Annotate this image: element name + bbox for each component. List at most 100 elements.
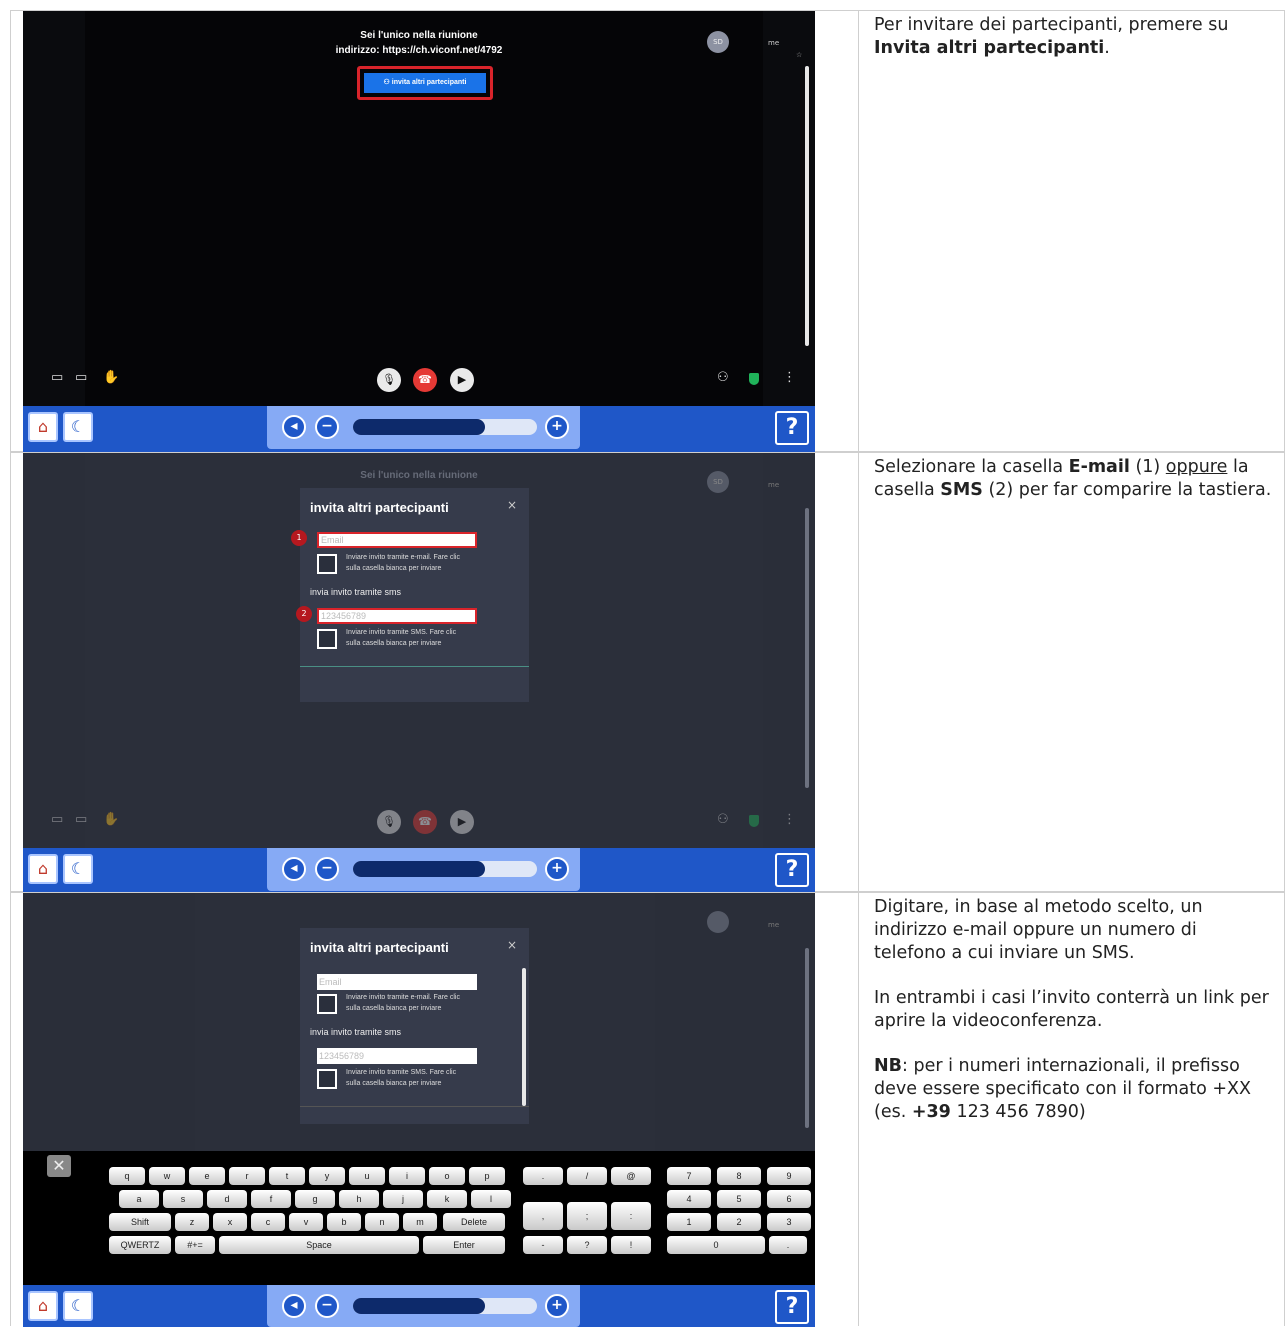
security-shield-icon[interactable] xyxy=(749,815,759,827)
key-b[interactable]: b xyxy=(327,1213,361,1231)
key-t[interactable]: t xyxy=(269,1167,305,1185)
microphone-icon[interactable]: 🎙 xyxy=(377,368,401,392)
help-button[interactable]: ? xyxy=(775,853,809,887)
sms-field[interactable]: 123456789 xyxy=(317,1048,477,1064)
avatar[interactable]: SD xyxy=(707,31,729,53)
key-symbol[interactable]: / xyxy=(567,1167,607,1185)
key-dot[interactable]: . xyxy=(769,1236,807,1254)
key-symbol[interactable]: ? xyxy=(567,1236,607,1254)
participants-icon[interactable]: ⚇ xyxy=(717,368,729,388)
key-m[interactable]: m xyxy=(403,1213,437,1231)
key-2[interactable]: 2 xyxy=(717,1213,761,1231)
key-w[interactable]: w xyxy=(149,1167,185,1185)
close-icon[interactable]: × xyxy=(507,498,517,512)
home-button[interactable]: ⌂ xyxy=(28,1291,58,1321)
hang-up-icon[interactable]: ☎ xyxy=(413,810,437,834)
key-symbol[interactable]: - xyxy=(523,1236,563,1254)
key-7[interactable]: 7 xyxy=(667,1167,711,1185)
speaker-icon[interactable]: ◂ xyxy=(282,415,306,439)
chat-icon[interactable]: ▭ xyxy=(51,368,63,388)
night-mode-button[interactable]: ☾ xyxy=(63,412,93,442)
camera-icon[interactable]: ▶ xyxy=(450,368,474,392)
dialog-scrollbar[interactable] xyxy=(522,968,526,1106)
email-field[interactable]: Email xyxy=(317,532,477,548)
scrollbar[interactable] xyxy=(805,508,809,788)
key-symbol[interactable]: . xyxy=(523,1167,563,1185)
key-q[interactable]: q xyxy=(109,1167,145,1185)
key-j[interactable]: j xyxy=(383,1190,423,1208)
more-options-icon[interactable]: ⋮ xyxy=(783,810,796,830)
key-symbol[interactable]: ; xyxy=(567,1202,607,1230)
key-s[interactable]: s xyxy=(163,1190,203,1208)
volume-up-button[interactable]: + xyxy=(545,857,569,881)
volume-slider[interactable] xyxy=(353,861,537,877)
key-h[interactable]: h xyxy=(339,1190,379,1208)
night-mode-button[interactable]: ☾ xyxy=(63,1291,93,1321)
key-e[interactable]: e xyxy=(189,1167,225,1185)
key-v[interactable]: v xyxy=(289,1213,323,1231)
volume-down-button[interactable]: − xyxy=(315,857,339,881)
key-symbol[interactable]: ! xyxy=(611,1236,651,1254)
volume-down-button[interactable]: − xyxy=(315,1294,339,1318)
key-delete[interactable]: Delete xyxy=(443,1213,505,1231)
key-a[interactable]: a xyxy=(119,1190,159,1208)
raise-hand-icon[interactable]: ✋ xyxy=(103,810,119,830)
key-5[interactable]: 5 xyxy=(717,1190,761,1208)
sms-send-checkbox[interactable] xyxy=(317,629,337,649)
close-keyboard-icon[interactable]: ✕ xyxy=(47,1155,71,1177)
volume-up-button[interactable]: + xyxy=(545,1294,569,1318)
key-symbol[interactable]: : xyxy=(611,1202,651,1230)
key-shift[interactable]: Shift xyxy=(109,1213,171,1231)
email-field[interactable]: Email xyxy=(317,974,477,990)
hang-up-icon[interactable]: ☎ xyxy=(413,368,437,392)
key-z[interactable]: z xyxy=(175,1213,209,1231)
help-button[interactable]: ? xyxy=(775,1290,809,1324)
avatar[interactable]: SD xyxy=(707,471,729,493)
key-u[interactable]: u xyxy=(349,1167,385,1185)
key-8[interactable]: 8 xyxy=(717,1167,761,1185)
chat-icon[interactable]: ▭ xyxy=(51,810,63,830)
key-k[interactable]: k xyxy=(427,1190,467,1208)
speaker-icon[interactable]: ◂ xyxy=(282,857,306,881)
email-send-checkbox[interactable] xyxy=(317,554,337,574)
microphone-icon[interactable]: 🎙 xyxy=(377,810,401,834)
key-1[interactable]: 1 xyxy=(667,1213,711,1231)
volume-slider[interactable] xyxy=(353,1298,537,1314)
scrollbar[interactable] xyxy=(805,948,809,1128)
help-button[interactable]: ? xyxy=(775,411,809,445)
sms-field[interactable]: 123456789 xyxy=(317,608,477,624)
scrollbar[interactable] xyxy=(805,66,809,346)
key-o[interactable]: o xyxy=(429,1167,465,1185)
volume-slider[interactable] xyxy=(353,419,537,435)
screen-share-icon[interactable]: ▭ xyxy=(75,368,87,388)
more-options-icon[interactable]: ⋮ xyxy=(783,368,796,388)
key-d[interactable]: d xyxy=(207,1190,247,1208)
key-i[interactable]: i xyxy=(389,1167,425,1185)
camera-icon[interactable]: ▶ xyxy=(450,810,474,834)
key-r[interactable]: r xyxy=(229,1167,265,1185)
avatar[interactable] xyxy=(707,911,729,933)
key-6[interactable]: 6 xyxy=(767,1190,811,1208)
key-symbols[interactable]: #+= xyxy=(175,1236,215,1254)
participants-icon[interactable]: ⚇ xyxy=(717,810,729,830)
close-icon[interactable]: × xyxy=(507,938,517,952)
key-3[interactable]: 3 xyxy=(767,1213,811,1231)
key-9[interactable]: 9 xyxy=(767,1167,811,1185)
key-y[interactable]: y xyxy=(309,1167,345,1185)
invite-participants-button[interactable]: ⚇ invita altri partecipanti xyxy=(364,73,486,93)
email-send-checkbox[interactable] xyxy=(317,994,337,1014)
key-4[interactable]: 4 xyxy=(667,1190,711,1208)
key-space[interactable]: Space xyxy=(219,1236,419,1254)
raise-hand-icon[interactable]: ✋ xyxy=(103,368,119,388)
key-f[interactable]: f xyxy=(251,1190,291,1208)
volume-down-button[interactable]: − xyxy=(315,415,339,439)
volume-up-button[interactable]: + xyxy=(545,415,569,439)
screen-share-icon[interactable]: ▭ xyxy=(75,810,87,830)
key-symbol[interactable]: , xyxy=(523,1202,563,1230)
key-symbol[interactable]: @ xyxy=(611,1167,651,1185)
key-x[interactable]: x xyxy=(213,1213,247,1231)
speaker-icon[interactable]: ◂ xyxy=(282,1294,306,1318)
key-enter[interactable]: Enter xyxy=(423,1236,505,1254)
sms-send-checkbox[interactable] xyxy=(317,1069,337,1089)
key-p[interactable]: p xyxy=(469,1167,505,1185)
